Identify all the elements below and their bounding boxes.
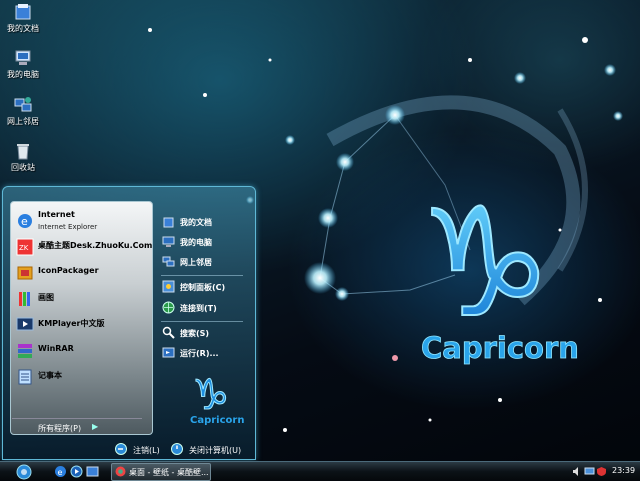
paint-icon — [19, 292, 30, 306]
taskbar-window-label: 桌面 - 壁纸 - 桌酷壁... — [129, 468, 209, 477]
all-programs-button[interactable]: 所有程序(P) ▶ — [10, 421, 150, 435]
desktop-icon-label: 回收站 — [11, 163, 35, 172]
network-places-icon — [14, 97, 32, 112]
all-programs-label: 所有程序(P) — [38, 424, 82, 433]
volume-icon[interactable] — [572, 466, 583, 477]
desktop-icon-my-computer[interactable]: 我的电脑 — [2, 48, 44, 80]
desktop-icon-label: 网上邻居 — [7, 117, 39, 126]
svg-text:ZK: ZK — [19, 244, 29, 252]
program-internet-explorer[interactable]: e Internet Internet Explorer — [14, 210, 150, 232]
recycle-bin-icon — [17, 144, 29, 160]
notepad-icon — [18, 369, 32, 385]
program-subtitle: Internet Explorer — [38, 223, 98, 231]
logoff-icon — [115, 443, 127, 455]
program-iconpackager[interactable]: IconPackager — [14, 262, 150, 284]
network-icon[interactable] — [584, 466, 595, 477]
program-zhuoku-theme[interactable]: ZK 桌酷主题Desk.ZhuoKu.Com — [14, 236, 153, 258]
start-item-label: 运行(R)... — [180, 349, 219, 358]
media-player-icon[interactable] — [70, 465, 83, 478]
connect-to-icon — [162, 301, 175, 314]
logoff-label: 注销(L) — [133, 446, 160, 455]
kmplayer-icon — [16, 317, 34, 331]
start-item-network-places[interactable]: 网上邻居 — [160, 254, 252, 270]
start-item-label: 我的电脑 — [180, 238, 212, 247]
svg-text:e: e — [58, 468, 63, 477]
power-icon — [171, 443, 183, 455]
program-name: 画图 — [38, 293, 54, 302]
program-name: KMPlayer中文版 — [38, 319, 105, 328]
logoff-button[interactable]: 注销(L) — [115, 443, 163, 457]
capricorn-logo-icon: ♑ — [192, 370, 230, 419]
my-documents-icon — [15, 4, 31, 20]
network-places-icon — [162, 256, 175, 267]
my-computer-icon — [162, 236, 175, 247]
security-icon[interactable] — [596, 466, 607, 477]
start-item-label: 我的文档 — [180, 218, 212, 227]
start-item-search[interactable]: 搜索(S) — [160, 325, 252, 341]
desktop-icon-label: 我的文档 — [7, 24, 39, 33]
arrow-right-icon: ▶ — [92, 422, 99, 431]
clock[interactable]: 23:39 — [612, 466, 635, 475]
program-paint[interactable]: 画图 — [14, 288, 150, 310]
taskbar-window-button[interactable]: 桌面 - 壁纸 - 桌酷壁... — [111, 463, 211, 481]
program-kmplayer[interactable]: KMPlayer中文版 — [14, 314, 150, 336]
svg-text:e: e — [21, 215, 28, 228]
winrar-icon — [18, 344, 32, 358]
start-item-label: 连接到(T) — [180, 304, 217, 313]
start-item-label: 网上邻居 — [180, 258, 212, 267]
start-button[interactable] — [14, 463, 34, 480]
browser-icon — [115, 466, 126, 477]
start-item-label: 控制面板(C) — [180, 283, 226, 292]
start-item-run[interactable]: 运行(R)... — [160, 345, 252, 361]
show-desktop-icon[interactable] — [86, 465, 99, 478]
start-menu-bottom-bar: 注销(L) 关闭计算机(U) — [3, 437, 255, 459]
desktop-icon-recycle-bin[interactable]: 回收站 — [2, 141, 44, 173]
start-item-control-panel[interactable]: 控制面板(C) — [160, 279, 252, 295]
desktop-icon-network-places[interactable]: 网上邻居 — [2, 95, 44, 127]
start-menu: e Internet Internet Explorer ZK 桌酷主题Desk… — [2, 186, 256, 460]
my-computer-icon — [15, 50, 31, 65]
program-name: 记事本 — [38, 371, 62, 380]
program-name: WinRAR — [38, 344, 74, 353]
internet-explorer-icon: e — [18, 214, 32, 228]
start-item-my-computer[interactable]: 我的电脑 — [160, 234, 252, 250]
internet-explorer-icon[interactable]: e — [54, 465, 67, 478]
start-item-label: 搜索(S) — [180, 329, 210, 338]
start-menu-programs-pane: e Internet Internet Explorer ZK 桌酷主题Desk… — [10, 201, 153, 435]
capricorn-symbol: ♑ — [418, 177, 552, 351]
program-name: Internet — [38, 210, 75, 219]
programs-divider — [12, 418, 142, 419]
desktop-icon-my-documents[interactable]: 我的文档 — [2, 2, 44, 34]
program-name: IconPackager — [38, 266, 99, 275]
start-item-connect-to[interactable]: 连接到(T) — [160, 300, 252, 316]
my-documents-icon — [163, 217, 174, 228]
system-tray: 23:39 — [570, 463, 640, 480]
program-name: 桌酷主题Desk.ZhuoKu.Com — [38, 241, 153, 250]
program-notepad[interactable]: 记事本 — [14, 366, 150, 388]
zhuoku-theme-icon: ZK — [16, 238, 34, 256]
start-item-my-documents[interactable]: 我的文档 — [160, 214, 252, 230]
taskbar: e 桌面 - 壁纸 - 桌酷壁... 23:39 — [0, 461, 640, 481]
desktop-icon-label: 我的电脑 — [7, 70, 39, 79]
shutdown-button[interactable]: 关闭计算机(U) — [171, 443, 253, 457]
search-icon — [162, 326, 175, 339]
program-winrar[interactable]: WinRAR — [14, 340, 150, 362]
logo-text: Capricorn — [190, 415, 244, 426]
shutdown-label: 关闭计算机(U) — [189, 446, 242, 455]
menu-divider — [161, 321, 243, 322]
run-icon — [162, 347, 175, 358]
wallpaper-title: Capricorn — [421, 331, 579, 365]
menu-divider — [161, 275, 243, 276]
iconpackager-icon — [17, 266, 33, 280]
control-panel-icon — [162, 280, 175, 293]
start-menu-logo: ♑ Capricorn — [190, 370, 244, 427]
